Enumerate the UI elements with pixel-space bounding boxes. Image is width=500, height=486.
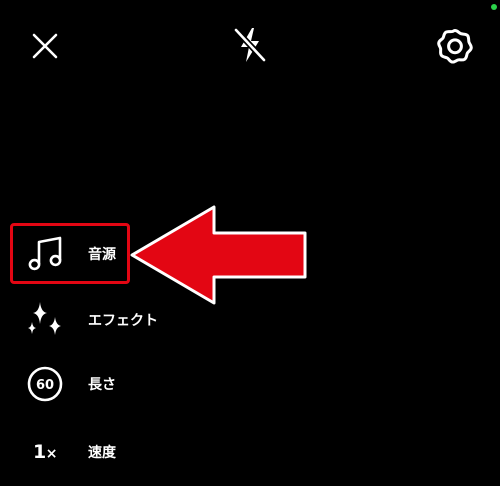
- menu-item-label: エフェクト: [88, 313, 158, 329]
- annotation-arrow: [118, 200, 318, 310]
- close-icon: [32, 33, 58, 59]
- flash-toggle-button[interactable]: [230, 24, 270, 66]
- duration-icon: 60: [22, 361, 68, 407]
- settings-button[interactable]: [434, 25, 476, 67]
- gear-icon: [436, 27, 474, 65]
- menu-item-label: 速度: [88, 445, 116, 461]
- speed-value: 1×: [33, 441, 57, 463]
- duration-value: 60: [36, 378, 54, 393]
- menu-item-label: 長さ: [88, 377, 116, 393]
- speed-icon: 1×: [22, 429, 68, 475]
- status-indicator-dot: [491, 4, 497, 10]
- menu-item-length[interactable]: 60 長さ: [22, 360, 132, 408]
- flash-off-icon: [232, 25, 268, 65]
- sparkles-icon: [22, 297, 68, 343]
- annotation-highlight-box: [10, 223, 130, 284]
- menu-item-speed[interactable]: 1× 速度: [22, 428, 132, 476]
- close-button[interactable]: [26, 27, 64, 65]
